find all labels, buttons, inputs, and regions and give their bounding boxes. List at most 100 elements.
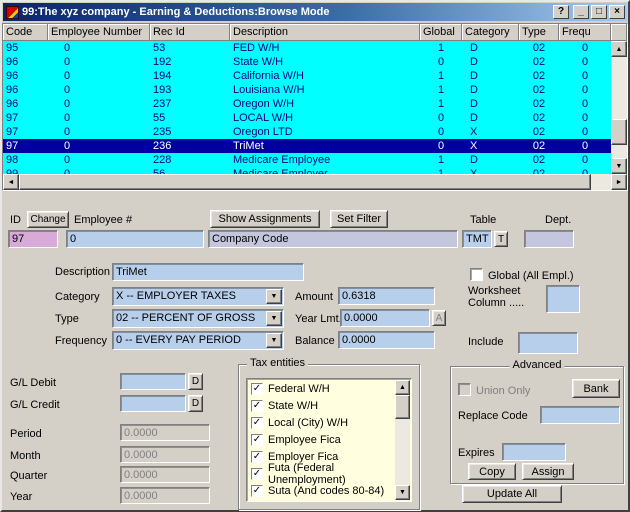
grid-scroll-down-button[interactable]: ▼ bbox=[611, 158, 627, 174]
chevron-down-icon[interactable]: ▼ bbox=[266, 311, 282, 326]
grid-horizontal-scrollbar[interactable]: ◄ ► bbox=[3, 174, 627, 190]
table-row[interactable]: 99056Medicare Employer1X020 bbox=[3, 167, 611, 174]
description-field[interactable]: TriMet bbox=[112, 263, 304, 281]
gl-debit-d-button[interactable]: D bbox=[188, 373, 203, 390]
close-button[interactable]: × bbox=[609, 5, 625, 19]
title-bar[interactable]: 99:The xyz company - Earning & Deduction… bbox=[3, 3, 627, 21]
minimize-button[interactable]: _ bbox=[573, 5, 589, 19]
chevron-down-icon[interactable]: ▼ bbox=[266, 289, 282, 304]
tax-list-scrollbar[interactable]: ▲ ▼ bbox=[395, 380, 410, 500]
checkbox-icon[interactable]: ✓ bbox=[251, 417, 263, 429]
worksheet-column-field[interactable] bbox=[546, 285, 580, 313]
tax-entity-label: Futa (Federal Unemployment) bbox=[268, 462, 395, 486]
worksheet-column-label: Worksheet Column ..... bbox=[468, 285, 546, 309]
checkbox-icon[interactable]: ✓ bbox=[251, 451, 263, 463]
table-row[interactable]: 960192State W/H0D020 bbox=[3, 55, 611, 69]
checkbox-icon[interactable]: ✓ bbox=[251, 485, 263, 497]
grid-column-header[interactable]: Frequ bbox=[559, 24, 611, 41]
checkbox-icon[interactable]: ✓ bbox=[251, 383, 263, 395]
grid-column-header[interactable]: Code bbox=[3, 24, 48, 41]
grid-column-header[interactable]: Rec Id bbox=[150, 24, 230, 41]
checkbox-icon[interactable]: ✓ bbox=[251, 434, 263, 446]
tax-scroll-down-button[interactable]: ▼ bbox=[395, 485, 410, 500]
frequency-label: Frequency bbox=[55, 335, 107, 348]
company-code-field[interactable]: Company Code bbox=[208, 230, 458, 248]
bank-button[interactable]: Bank bbox=[572, 379, 620, 398]
table-cell: 228 bbox=[150, 154, 230, 166]
table-row[interactable]: 95053FED W/H1D020 bbox=[3, 41, 611, 55]
balance-field[interactable]: 0.0000 bbox=[338, 331, 435, 349]
grid-vertical-scrollbar[interactable]: ▲ ▼ bbox=[611, 41, 627, 174]
frequency-select[interactable]: 0 -- EVERY PAY PERIOD ▼ bbox=[112, 331, 284, 350]
show-assignments-button[interactable]: Show Assignments bbox=[210, 210, 320, 228]
tax-entity-item[interactable]: ✓ Local (City) W/H bbox=[248, 414, 395, 431]
global-checkbox[interactable] bbox=[470, 268, 483, 281]
table-row[interactable]: 970235Oregon LTD0X020 bbox=[3, 125, 611, 139]
tax-scroll-up-button[interactable]: ▲ bbox=[395, 380, 410, 395]
table-field[interactable]: TMT bbox=[462, 230, 492, 248]
table-row[interactable]: 97055LOCAL W/H0D020 bbox=[3, 111, 611, 125]
grid-column-header[interactable]: Employee Number bbox=[48, 24, 150, 41]
change-button[interactable]: Change bbox=[27, 211, 69, 228]
checkbox-icon[interactable]: ✓ bbox=[251, 400, 263, 412]
quarter-field: 0.0000 bbox=[120, 466, 210, 483]
tax-entity-item[interactable]: ✓Suta (And codes 80-84) bbox=[248, 482, 395, 499]
grid-scroll-left-button[interactable]: ◄ bbox=[3, 174, 19, 190]
grid-scroll-right-button[interactable]: ► bbox=[611, 174, 627, 190]
frequency-value: 0 -- EVERY PAY PERIOD bbox=[116, 334, 265, 346]
table-cell: 0 bbox=[559, 154, 611, 166]
grid-vscroll-thumb[interactable] bbox=[611, 119, 627, 145]
year-lmt-a-button[interactable]: A bbox=[432, 310, 446, 326]
assign-button[interactable]: Assign bbox=[522, 463, 574, 480]
gl-debit-field[interactable] bbox=[120, 373, 186, 390]
expires-field[interactable] bbox=[502, 443, 566, 461]
amount-field[interactable]: 0.6318 bbox=[338, 287, 435, 305]
grid-scroll-up-button[interactable]: ▲ bbox=[611, 41, 627, 57]
tax-entity-item[interactable]: ✓Futa (Federal Unemployment) bbox=[248, 465, 395, 482]
table-cell: 0 bbox=[420, 56, 462, 68]
chevron-down-icon[interactable]: ▼ bbox=[266, 333, 282, 348]
update-all-button[interactable]: Update All bbox=[462, 485, 562, 503]
checkbox-icon[interactable]: ✓ bbox=[251, 468, 263, 480]
category-select[interactable]: X -- EMPLOYER TAXES ▼ bbox=[112, 287, 284, 306]
grid-column-header[interactable]: Description bbox=[230, 24, 420, 41]
tax-entity-item[interactable]: ✓Employee Fica bbox=[248, 431, 395, 448]
include-field[interactable] bbox=[518, 332, 578, 354]
table-cell: FED W/H bbox=[230, 42, 420, 54]
tax-entity-item[interactable]: ✓Federal W/H bbox=[248, 380, 395, 397]
gl-credit-d-button[interactable]: D bbox=[188, 395, 203, 412]
maximize-button[interactable]: □ bbox=[591, 5, 607, 19]
tax-scroll-thumb[interactable] bbox=[395, 395, 410, 419]
grid-column-header[interactable]: Category bbox=[462, 24, 519, 41]
tax-entity-label: Local (City) W/H bbox=[268, 417, 348, 429]
dept-field[interactable] bbox=[524, 230, 574, 248]
copy-button[interactable]: Copy bbox=[468, 463, 516, 480]
table-cell: D bbox=[462, 98, 519, 110]
table-row[interactable]: 970236TriMet0X020 bbox=[3, 139, 611, 153]
table-cell: 0 bbox=[559, 70, 611, 82]
help-button[interactable]: ? bbox=[553, 5, 569, 19]
table-cell: 02 bbox=[519, 70, 559, 82]
tax-entity-item[interactable]: ✓State W/H bbox=[248, 397, 395, 414]
table-row[interactable]: 960193Louisiana W/H1D020 bbox=[3, 83, 611, 97]
table-cell: D bbox=[462, 42, 519, 54]
replace-code-field[interactable] bbox=[540, 406, 620, 424]
set-filter-button[interactable]: Set Filter bbox=[330, 210, 388, 228]
year-lmt-field[interactable]: 0.0000 bbox=[340, 309, 430, 327]
employee-number-field[interactable]: 0 bbox=[66, 230, 204, 248]
grid-hscroll-thumb[interactable] bbox=[19, 174, 591, 190]
type-select[interactable]: 02 -- PERCENT OF GROSS ▼ bbox=[112, 309, 284, 328]
table-row[interactable]: 960237Oregon W/H1D020 bbox=[3, 97, 611, 111]
grid-column-header[interactable]: Type bbox=[519, 24, 559, 41]
gl-credit-field[interactable] bbox=[120, 395, 186, 412]
grid-column-header[interactable]: Global bbox=[420, 24, 462, 41]
table-lookup-button[interactable]: T bbox=[494, 231, 508, 247]
table-row[interactable]: 960194California W/H1D020 bbox=[3, 69, 611, 83]
table-cell: 0 bbox=[559, 140, 611, 152]
id-field[interactable]: 97 bbox=[8, 230, 58, 248]
grid-body: 95053FED W/H1D020960192State W/H0D020960… bbox=[3, 41, 611, 174]
table-cell: 0 bbox=[559, 42, 611, 54]
union-only-checkbox[interactable] bbox=[458, 383, 471, 396]
table-row[interactable]: 980228Medicare Employee1D020 bbox=[3, 153, 611, 167]
table-cell: 0 bbox=[559, 98, 611, 110]
